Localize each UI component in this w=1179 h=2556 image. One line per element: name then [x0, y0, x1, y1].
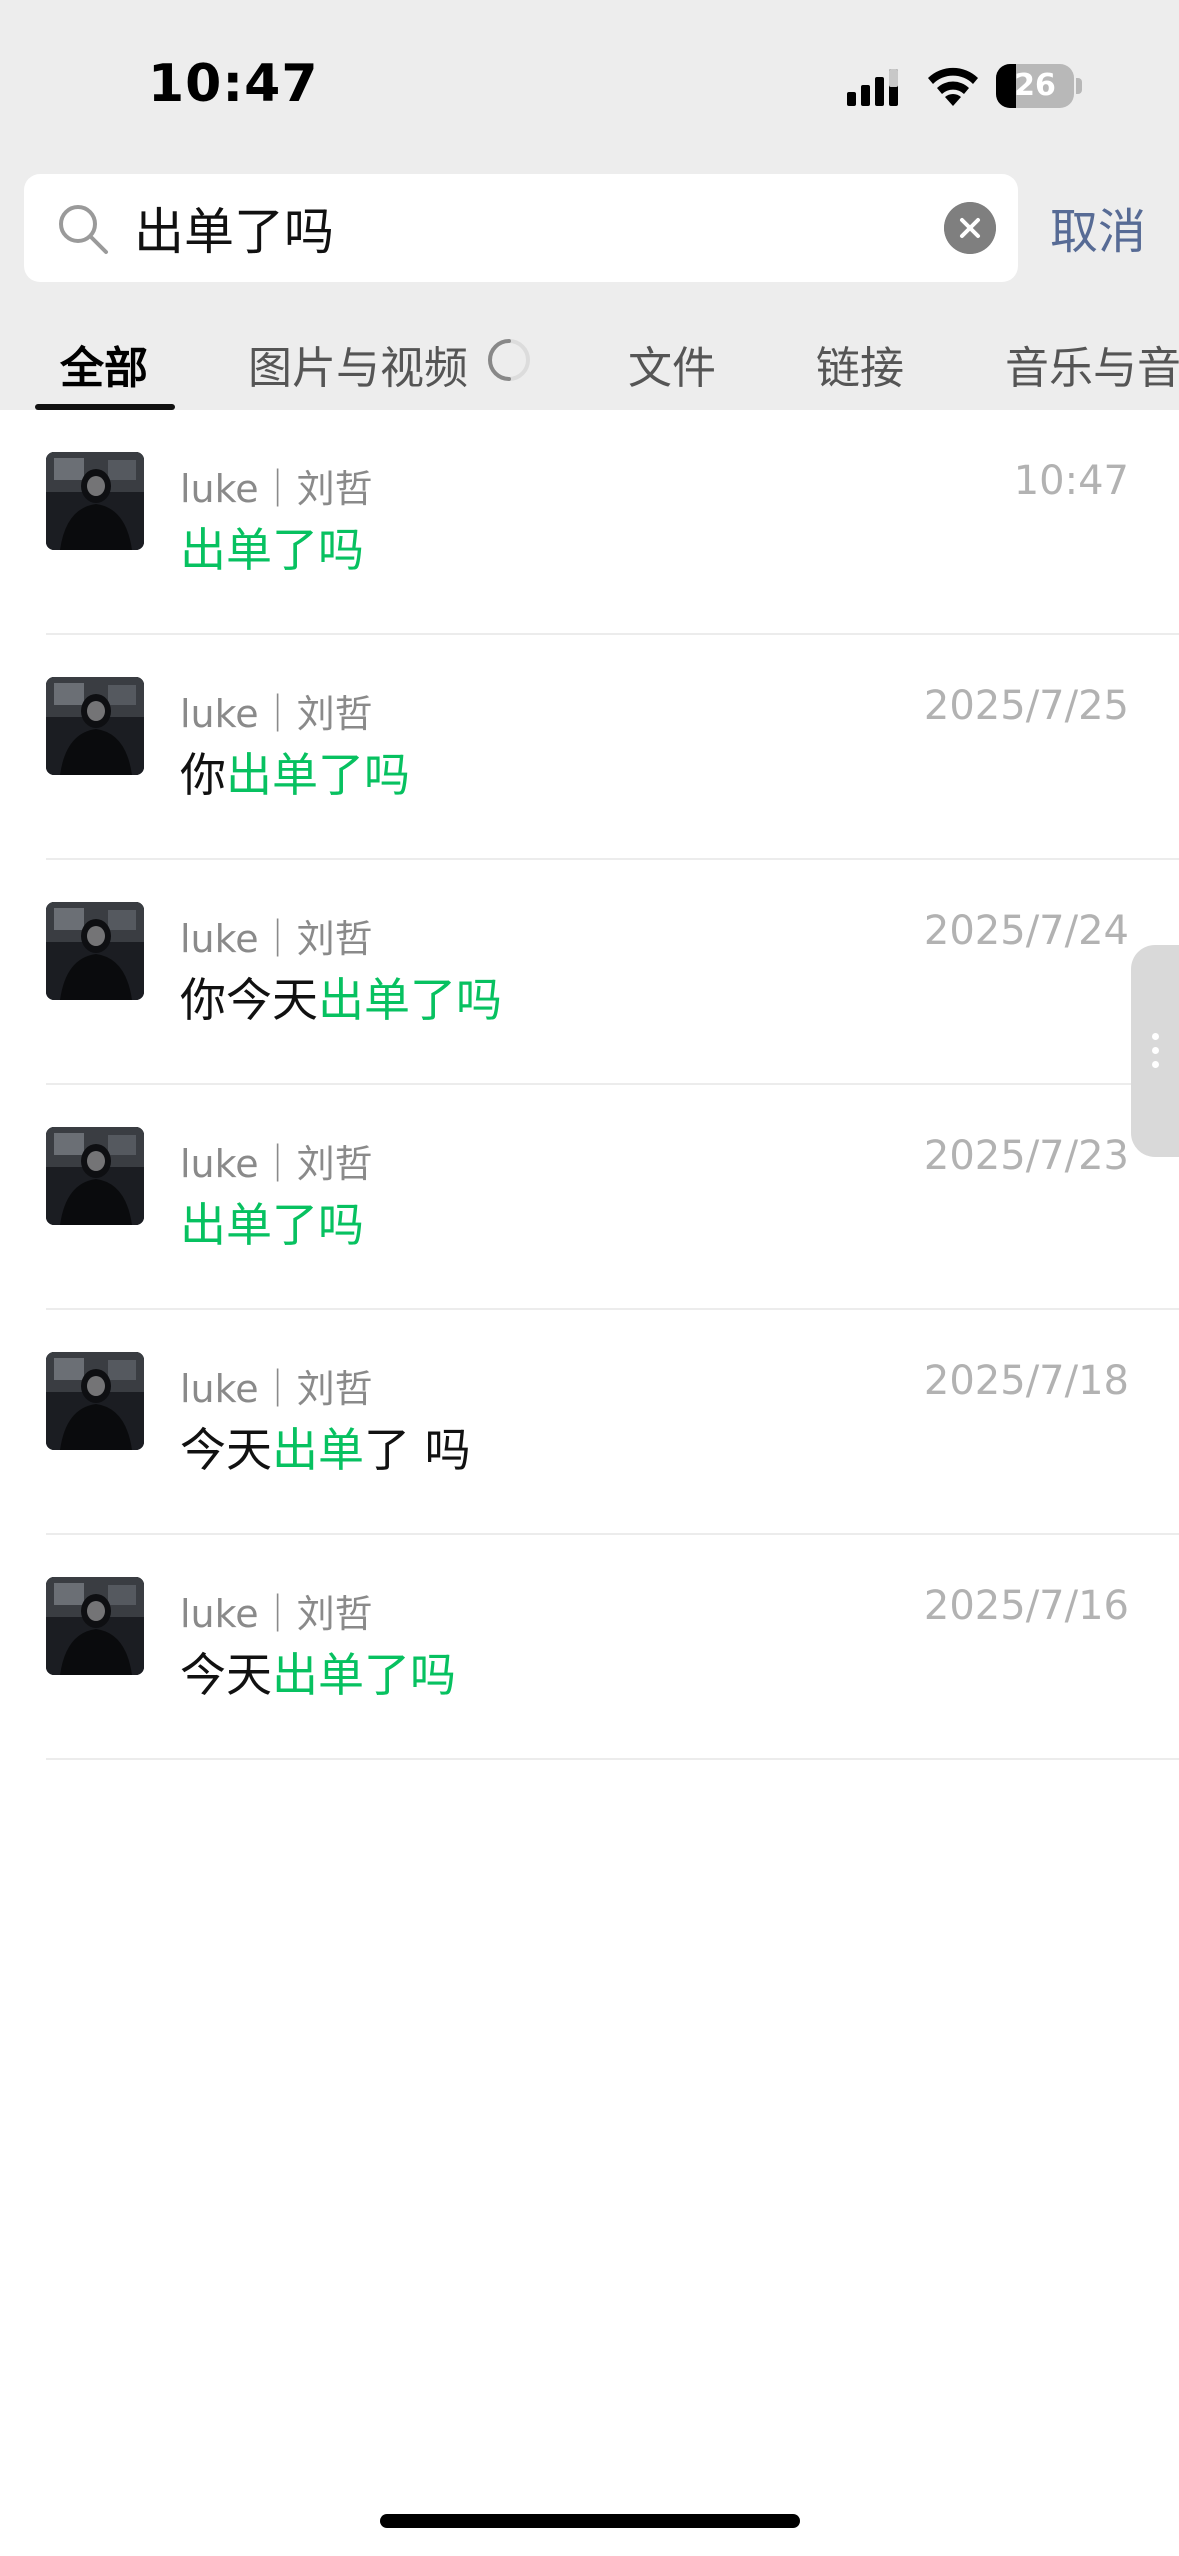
filter-tabs: 全部 图片与视频 文件 链接 音乐与音	[0, 318, 1179, 410]
avatar[interactable]	[46, 452, 144, 550]
list-item[interactable]: luke｜刘哲 2025/7/16 今天出单了吗	[0, 1535, 1179, 1760]
search-input[interactable]	[134, 188, 934, 268]
divider	[46, 1758, 1179, 1760]
loading-spinner-icon	[488, 339, 530, 381]
message-date: 2025/7/18	[923, 1358, 1129, 1404]
battery-icon: 26	[996, 64, 1082, 108]
message-date: 2025/7/25	[923, 683, 1129, 729]
avatar[interactable]	[46, 1127, 144, 1225]
home-indicator	[380, 2514, 800, 2528]
message-segment: 今天	[180, 1423, 272, 1477]
message-segment: 你今天	[180, 973, 318, 1027]
avatar[interactable]	[46, 1352, 144, 1450]
message-segment: 出单了吗	[180, 1198, 364, 1252]
message-segment: 了 吗	[364, 1423, 471, 1477]
message-segment: 今天	[180, 1648, 272, 1702]
sender-name: luke｜刘哲	[180, 917, 373, 961]
status-time: 10:47	[148, 54, 319, 114]
message-date: 2025/7/23	[923, 1133, 1129, 1179]
tab-links[interactable]: 链接	[816, 332, 904, 396]
avatar[interactable]	[46, 902, 144, 1000]
clear-icon[interactable]	[944, 202, 996, 254]
sender-name: luke｜刘哲	[180, 467, 373, 511]
sender-name: luke｜刘哲	[180, 1592, 373, 1636]
sender-name: luke｜刘哲	[180, 1142, 373, 1186]
tab-images-videos[interactable]: 图片与视频	[248, 332, 468, 396]
cellular-signal-icon	[847, 69, 898, 106]
list-item[interactable]: luke｜刘哲 2025/7/24 你今天出单了吗	[0, 860, 1179, 1085]
message-text: 出单了吗	[180, 514, 364, 580]
message-text: 今天出单了吗	[180, 1639, 456, 1705]
tab-all[interactable]: 全部	[60, 332, 148, 396]
avatar[interactable]	[46, 1577, 144, 1675]
message-segment: 你	[180, 748, 226, 802]
message-date: 10:47	[1013, 458, 1129, 504]
message-text: 你出单了吗	[180, 739, 410, 805]
message-segment: 出单了吗	[272, 1648, 456, 1702]
list-item[interactable]: luke｜刘哲 2025/7/23 出单了吗	[0, 1085, 1179, 1310]
wifi-icon	[928, 67, 978, 106]
message-segment: 出单	[272, 1423, 364, 1477]
message-text: 你今天出单了吗	[180, 964, 502, 1030]
tab-files[interactable]: 文件	[628, 332, 716, 396]
message-date: 2025/7/16	[923, 1583, 1129, 1629]
message-segment: 出单了吗	[226, 748, 410, 802]
list-item[interactable]: luke｜刘哲 10:47 出单了吗	[0, 410, 1179, 635]
message-segment: 出单了吗	[180, 523, 364, 577]
sender-name: luke｜刘哲	[180, 1367, 373, 1411]
search-header: 10:47 26 取消 全部 图片与视频	[0, 0, 1179, 410]
tab-music[interactable]: 音乐与音	[1005, 332, 1179, 396]
side-drawer-handle[interactable]	[1131, 945, 1179, 1157]
message-text: 出单了吗	[180, 1189, 364, 1255]
search-bar[interactable]	[24, 174, 1018, 282]
battery-level: 26	[1014, 68, 1056, 103]
message-segment: 出单了吗	[318, 973, 502, 1027]
search-icon	[59, 205, 108, 254]
sender-name: luke｜刘哲	[180, 692, 373, 736]
message-date: 2025/7/24	[923, 908, 1129, 954]
list-item[interactable]: luke｜刘哲 2025/7/18 今天出单了 吗	[0, 1310, 1179, 1535]
list-item[interactable]: luke｜刘哲 2025/7/25 你出单了吗	[0, 635, 1179, 860]
avatar[interactable]	[46, 677, 144, 775]
cancel-button[interactable]: 取消	[1050, 192, 1146, 262]
message-text: 今天出单了 吗	[180, 1414, 471, 1480]
